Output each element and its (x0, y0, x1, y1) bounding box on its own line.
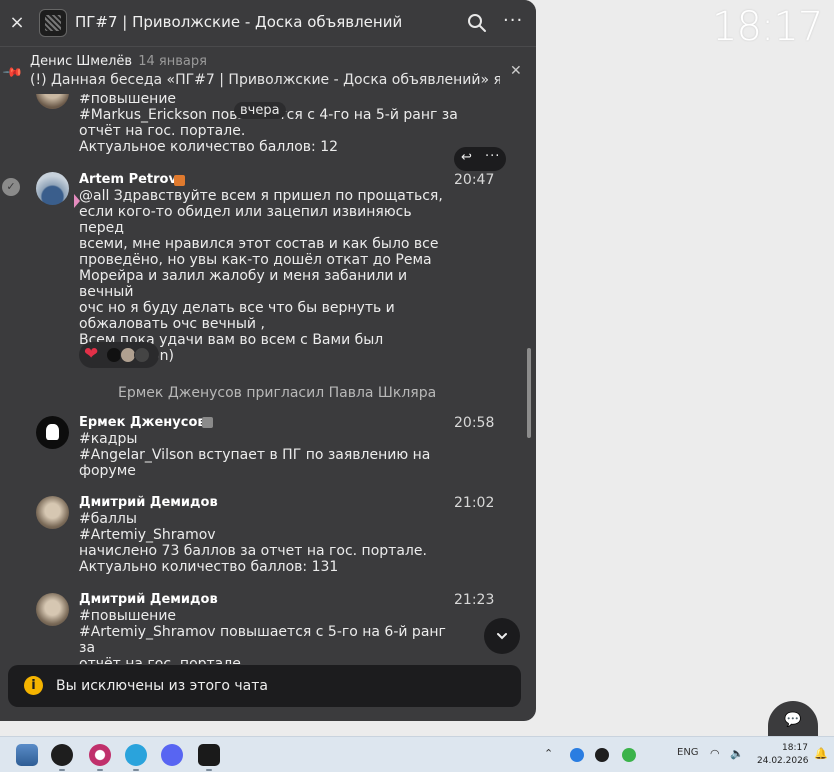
message-clip: #повышение #Artemiy_Shramov повышается с… (0, 600, 536, 664)
message-time: 21:02 (454, 495, 495, 511)
message-time: 20:58 (454, 415, 495, 431)
desktop-clock: 18:17 (712, 4, 823, 50)
date-separator: вчера (234, 102, 286, 119)
pinned-message[interactable]: 📌 Денис Шмелёв 14 января (!) Данная бесе… (0, 46, 536, 94)
discord-icon[interactable] (161, 744, 183, 766)
pinned-author: Денис Шмелёв (30, 54, 133, 69)
message-author[interactable]: Ермек Дженусов (79, 415, 206, 430)
browser-icon[interactable] (51, 744, 73, 766)
heart-icon[interactable]: ❤ (84, 345, 98, 363)
message-author[interactable]: Дмитрий Демидов (79, 495, 218, 510)
pinned-text: (!) Данная беседа «ПГ#7 | Приволжские - … (30, 72, 500, 88)
app-tray-icon[interactable] (595, 748, 609, 762)
avatar[interactable] (36, 94, 69, 109)
avatar[interactable] (36, 416, 69, 449)
message-body: #кадры #Angelar_Vilson вступает в ПГ по … (79, 431, 431, 479)
app-icon[interactable] (89, 744, 111, 766)
excluded-banner: i Вы исключены из этого чата (8, 665, 521, 707)
author-badge-icon (174, 175, 185, 186)
message-body: #баллы #Artemiy_Shramov начислено 73 бал… (79, 511, 427, 575)
running-indicator (59, 769, 65, 771)
pinned-date: 14 января (138, 54, 207, 69)
cursor-icon (74, 194, 80, 208)
unpin-close-icon[interactable]: ✕ (510, 64, 524, 78)
message-author[interactable]: Artem Petrov (79, 172, 177, 187)
taskbar-date[interactable]: 24.02.2026 (757, 756, 809, 766)
reply-icon[interactable]: ↩ (461, 150, 472, 165)
app-tray-icon[interactable] (622, 748, 636, 762)
scroll-down-button[interactable] (484, 618, 520, 654)
search-icon[interactable] (467, 13, 487, 33)
running-indicator (206, 769, 212, 771)
telegram-icon[interactable] (125, 744, 147, 766)
volume-icon[interactable]: 🔈 (730, 747, 744, 760)
chat-window: × ПГ#7 | Приволжские - Доска объявлений … (0, 0, 536, 721)
app-icon[interactable] (198, 744, 220, 766)
avatar[interactable] (36, 172, 69, 205)
message-actions[interactable]: ↩ ··· (454, 147, 506, 171)
running-indicator (97, 769, 103, 771)
reactions[interactable]: ❤ (79, 342, 159, 368)
message-time: 20:47 (454, 172, 495, 188)
warning-icon: i (24, 676, 43, 695)
banner-text: Вы исключены из этого чата (56, 678, 268, 694)
message-body: @all Здравствуйте всем я пришел по проща… (79, 188, 443, 364)
chat-title[interactable]: ПГ#7 | Приволжские - Доска объявлений (75, 13, 402, 31)
message-body: #повышение #Artemiy_Shramov повышается с… (79, 608, 446, 664)
wifi-icon[interactable]: ◠ (710, 747, 720, 760)
tray-chevron-icon[interactable]: ⌃ (544, 747, 553, 760)
pinned-author-line: Денис Шмелёв 14 января (30, 54, 207, 69)
chat-bubble-button[interactable]: 💬 (768, 701, 818, 741)
taskbar: ⌃ ENG ◠ 🔈 18:17 24.02.2026 🔔 (0, 736, 834, 772)
select-check-icon[interactable]: ✓ (2, 178, 20, 196)
more-icon[interactable]: ··· (485, 149, 500, 164)
service-message: Ермек Дженусов пригласил Павла Шкляра (118, 385, 437, 401)
chat-header: × ПГ#7 | Приволжские - Доска объявлений … (0, 0, 536, 46)
close-icon[interactable]: × (8, 12, 26, 34)
pin-icon: 📌 (1, 62, 24, 85)
notifications-icon[interactable]: 🔔 (814, 747, 828, 760)
chat-avatar[interactable] (39, 9, 67, 37)
desktop-icon[interactable] (16, 744, 38, 766)
author-badge-icon (202, 417, 213, 428)
scrollbar[interactable] (527, 348, 531, 438)
avatar[interactable] (36, 496, 69, 529)
more-icon[interactable]: ··· (503, 11, 523, 33)
reactor-avatar (134, 347, 150, 363)
running-indicator (133, 769, 139, 771)
language-indicator[interactable]: ENG (677, 747, 699, 758)
bluetooth-icon[interactable] (570, 748, 584, 762)
taskbar-time[interactable]: 18:17 (782, 743, 808, 753)
